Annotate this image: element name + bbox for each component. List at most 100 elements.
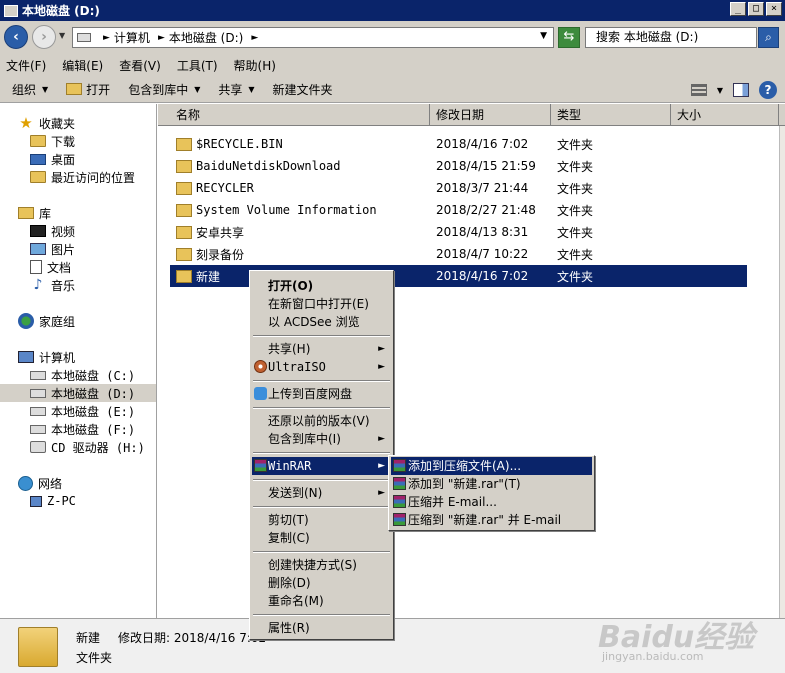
search-input[interactable]: 搜索 本地磁盘 (D:) [585,27,757,48]
nav-favorites[interactable]: ★ 收藏夹 [18,114,75,132]
organize-label: 组织 [12,82,37,97]
nav-label: 桌面 [51,152,76,167]
menu-item-ultraiso[interactable]: UltraISO ► [252,358,391,376]
menu-separator [253,452,390,454]
window-title: 本地磁盘 (D:) [22,4,100,18]
share-button[interactable]: 共享 ▼ [218,81,254,98]
menu-item-baidu-upload[interactable]: 上传到百度网盘 [252,385,391,403]
forward-button[interactable]: › [32,25,56,49]
menu-item-cut[interactable]: 剪切(T) [252,511,391,529]
preview-pane-icon[interactable] [733,83,749,97]
nav-label: Z-PC [47,494,76,508]
table-row[interactable]: System Volume Information 2018/2/27 21:48… [170,199,747,221]
menu-item-add-to-archive[interactable]: 添加到压缩文件(A)... [391,457,592,475]
nav-drive-c[interactable]: 本地磁盘 (C:) [30,366,135,384]
column-name[interactable]: 名称 [170,104,430,126]
menu-help[interactable]: 帮助(H) [234,57,276,74]
menu-item-share[interactable]: 共享(H) ► [252,340,391,358]
nav-label: 本地磁盘 (F:) [51,422,136,437]
nav-desktop[interactable]: 桌面 [30,150,75,168]
menu-item-open[interactable]: 打开(O) [252,277,391,295]
search-icon[interactable]: ⌕ [758,27,779,48]
nav-network[interactable]: 网络 [18,474,62,492]
menu-file[interactable]: 文件(F) [6,57,46,74]
menu-item-acdsee[interactable]: 以 ACDSee 浏览 [252,313,391,331]
cd-drive-icon [30,441,46,453]
menu-item-compress-rar-email[interactable]: 压缩到 "新建.rar" 并 E-mail [391,511,592,529]
chevron-down-icon[interactable]: ▼ [717,86,723,95]
chevron-right-icon[interactable]: ► [251,33,258,43]
menu-item-restore[interactable]: 还原以前的版本(V) [252,412,391,430]
winrar-submenu: 添加到压缩文件(A)... 添加到 "新建.rar"(T) 压缩并 E-mail… [388,455,595,531]
menu-item-open-new-window[interactable]: 在新窗口中打开(E) [252,295,391,313]
address-bar[interactable]: ► 计算机 ► 本地磁盘 (D:) ► ▼ [72,27,554,48]
menu-item-rename[interactable]: 重命名(M) [252,592,391,610]
menu-edit[interactable]: 编辑(E) [62,57,103,74]
history-dropdown-icon[interactable]: ▼ [59,31,65,40]
winrar-icon [393,477,406,490]
minimize-button[interactable]: _ [730,2,746,16]
menu-item-include-library[interactable]: 包含到库中(I) ► [252,430,391,448]
breadcrumb-drive-d[interactable]: 本地磁盘 (D:) [169,29,243,46]
chevron-right-icon[interactable]: ► [103,33,110,43]
menu-item-send-to[interactable]: 发送到(N) ► [252,484,391,502]
nav-drive-d[interactable]: 本地磁盘 (D:) [0,384,156,402]
table-row[interactable]: RECYCLER 2018/3/7 21:44 文件夹 [170,177,747,199]
open-button[interactable]: 打开 [66,81,110,98]
nav-pictures[interactable]: 图片 [30,240,75,258]
menu-item-copy[interactable]: 复制(C) [252,529,391,547]
back-button[interactable]: ‹ [4,25,28,49]
table-row[interactable]: 刻录备份 2018/4/7 10:22 文件夹 [170,243,747,265]
table-row[interactable]: 安卓共享 2018/4/13 8:31 文件夹 [170,221,747,243]
chevron-right-icon[interactable]: ► [158,33,165,43]
refresh-button[interactable]: ⇆ [558,27,580,48]
nav-drive-f[interactable]: 本地磁盘 (F:) [30,420,135,438]
navigation-pane: ★ 收藏夹 下载 桌面 最近访问的位置 库 视频 图片 文档 ♪ 音乐 家庭组 计算… [0,104,157,618]
nav-drive-e[interactable]: 本地磁盘 (E:) [30,402,135,420]
organize-button[interactable]: 组织 ▼ [12,81,48,98]
menu-label: 压缩到 "新建.rar" 并 E-mail [408,513,562,527]
submenu-arrow-icon: ► [378,488,385,498]
help-icon[interactable]: ? [759,81,777,99]
menu-view[interactable]: 查看(V) [119,57,161,74]
table-row[interactable]: BaiduNetdiskDownload 2018/4/15 21:59 文件夹 [170,155,747,177]
menu-item-winrar[interactable]: WinRAR ► [252,457,391,475]
nav-computer[interactable]: 计算机 [18,348,75,366]
nav-documents[interactable]: 文档 [30,258,71,276]
menu-item-compress-email[interactable]: 压缩并 E-mail... [391,493,592,511]
menu-item-create-shortcut[interactable]: 创建快捷方式(S) [252,556,391,574]
chevron-down-icon: ▼ [194,84,201,94]
menu-tools[interactable]: 工具(T) [177,57,218,74]
column-date[interactable]: 修改日期 [430,104,551,126]
nav-music[interactable]: ♪ 音乐 [30,276,75,294]
include-label: 包含到库中 [128,82,189,97]
music-note-icon: ♪ [33,277,43,293]
new-folder-button[interactable]: 新建文件夹 [273,81,333,98]
nav-homegroup[interactable]: 家庭组 [18,312,75,330]
include-library-button[interactable]: 包含到库中 ▼ [128,81,200,98]
toolbar: 组织 ▼ 打开 包含到库中 ▼ 共享 ▼ 新建文件夹 ▼ ? [0,76,785,103]
star-icon: ★ [19,114,33,132]
menu-item-add-to-rar[interactable]: 添加到 "新建.rar"(T) [391,475,592,493]
column-type[interactable]: 类型 [551,104,671,126]
menu-item-properties[interactable]: 属性(R) [252,619,391,637]
breadcrumb-computer[interactable]: 计算机 [114,29,150,46]
file-date: 2018/3/7 21:44 [436,181,529,195]
close-button[interactable]: × [766,2,782,16]
menu-label: 包含到库中(I) [268,432,341,446]
view-options-icon[interactable] [690,84,707,96]
nav-drive-h[interactable]: CD 驱动器 (H:) [30,438,145,456]
file-date: 2018/4/16 7:02 [436,137,529,151]
nav-zpc[interactable]: Z-PC [30,492,76,510]
table-row[interactable]: $RECYCLE.BIN 2018/4/16 7:02 文件夹 [170,133,747,155]
maximize-button[interactable]: □ [748,2,764,16]
nav-downloads[interactable]: 下载 [30,132,75,150]
menu-item-delete[interactable]: 删除(D) [252,574,391,592]
nav-libraries[interactable]: 库 [18,204,51,222]
vertical-scrollbar[interactable] [779,126,785,618]
address-dropdown-icon[interactable]: ▼ [540,31,547,41]
nav-recent[interactable]: 最近访问的位置 [30,168,135,186]
nav-videos[interactable]: 视频 [30,222,75,240]
column-size[interactable]: 大小 [671,104,779,126]
address-row: ‹ › ▼ ► 计算机 ► 本地磁盘 (D:) ► ▼ ⇆ 搜索 本地磁盘 (D… [0,21,785,54]
